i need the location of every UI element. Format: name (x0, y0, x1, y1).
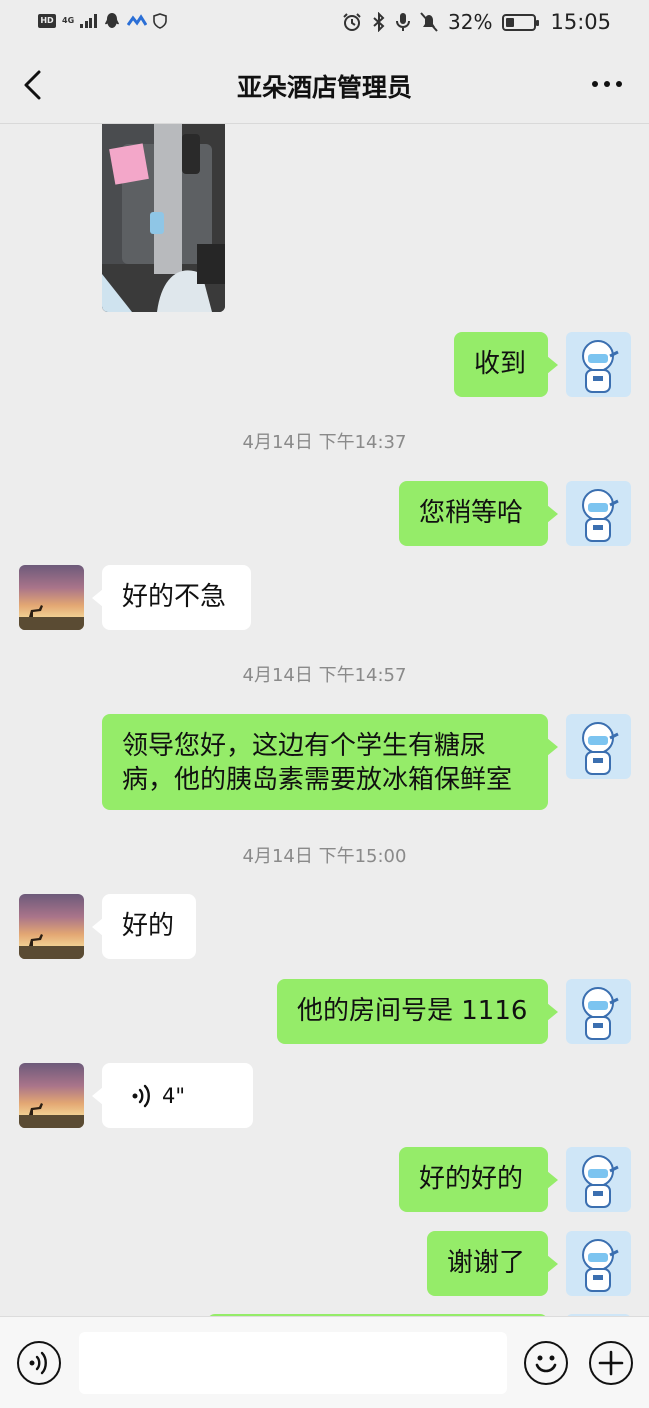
hd-badge: HD (38, 14, 56, 28)
contact-avatar[interactable] (19, 1063, 84, 1128)
avatar-cartoon-icon (582, 987, 619, 1040)
deer-sunset-avatar-icon (19, 934, 84, 959)
avatar-cartoon-icon (582, 1239, 619, 1292)
emoji-icon (535, 1355, 557, 1373)
avatar-cartoon-icon (582, 722, 619, 775)
input-bar (0, 1316, 649, 1408)
my-avatar[interactable] (566, 714, 631, 779)
message-input[interactable] (79, 1332, 507, 1394)
plus-button[interactable] (589, 1341, 633, 1385)
my-avatar[interactable] (566, 481, 631, 546)
deer-sunset-avatar-icon (19, 605, 84, 630)
message-text: 好的好的 (419, 1164, 524, 1194)
deer-sunset-avatar-icon (19, 1103, 84, 1128)
chat-title: 亚朵酒店管理员 (236, 73, 412, 102)
sent-message[interactable]: 您稍等哈 (399, 481, 558, 546)
contact-avatar[interactable] (19, 565, 84, 630)
my-avatar[interactable] (566, 1231, 631, 1296)
alarm-icon (343, 13, 361, 31)
image-message[interactable] (102, 124, 225, 312)
status-bar: HD 4G 32% 15:05 (0, 0, 649, 46)
shield-icon (152, 13, 167, 29)
plus-icon (598, 1350, 624, 1376)
network-type: 4G (62, 16, 75, 25)
timestamp: 4月14日 下午14:57 (242, 665, 407, 686)
timestamp: 4月14日 下午15:00 (242, 846, 407, 867)
app-wave-icon (126, 14, 147, 26)
message-text-line: 病，他的胰岛素需要放冰箱保鲜室 (122, 765, 513, 795)
avatar-cartoon-icon (582, 340, 619, 393)
voice-input-button[interactable] (17, 1341, 61, 1385)
status-left-icons: HD 4G (38, 12, 167, 30)
signal-icon (80, 14, 97, 28)
luggage-photo (102, 124, 225, 312)
battery-percent: 32% (448, 10, 493, 34)
voice-message[interactable]: 4" (92, 1063, 253, 1128)
voice-duration: 4" (162, 1083, 186, 1108)
message-text: 谢谢了 (447, 1248, 526, 1278)
timestamp: 4月14日 下午14:37 (242, 432, 407, 453)
message-text-line: 领导您好，这边有个学生有糖尿 (122, 731, 487, 761)
qq-icon (104, 13, 119, 28)
avatar-cartoon-icon (582, 1155, 619, 1208)
message-text: 您稍等哈 (419, 498, 524, 528)
more-dots-icon (592, 81, 598, 87)
status-right-icons: 32% 15:05 (342, 10, 611, 34)
clock: 15:05 (550, 10, 611, 34)
received-message[interactable]: 好的 (92, 894, 196, 959)
sent-message[interactable]: 领导您好，这边有个学生有糖尿 病，他的胰岛素需要放冰箱保鲜室 (102, 714, 558, 810)
voice-wave-icon (132, 1084, 150, 1107)
battery-icon (502, 13, 540, 31)
message-text: 好的 (122, 911, 175, 941)
contact-avatar[interactable] (19, 894, 84, 959)
sent-message[interactable]: 谢谢了 (427, 1231, 558, 1296)
chat-header: 亚朵酒店管理员 (0, 46, 649, 124)
mute-bell-icon (420, 12, 438, 32)
sent-message[interactable]: 他的房间号是 1116 (277, 979, 558, 1044)
emoji-button[interactable] (524, 1341, 568, 1385)
message-text: 收到 (474, 349, 527, 379)
more-button[interactable] (589, 72, 625, 96)
voice-input-icon (29, 1351, 47, 1375)
sent-message[interactable]: 收到 (454, 332, 558, 397)
my-avatar[interactable] (566, 1147, 631, 1212)
bluetooth-icon (373, 12, 385, 32)
message-text: 他的房间号是 1116 (297, 996, 528, 1026)
my-avatar[interactable] (566, 332, 631, 397)
message-list[interactable]: 收到 4月14日 下午14:37 您稍等哈 好的不急 4月14日 下午14:57… (0, 124, 649, 1316)
sent-message[interactable]: 好的好的 (399, 1147, 558, 1212)
received-message[interactable]: 好的不急 (92, 565, 251, 630)
my-avatar[interactable] (566, 979, 631, 1044)
message-text: 好的不急 (122, 582, 227, 612)
microphone-icon (396, 13, 411, 31)
avatar-cartoon-icon (582, 489, 619, 542)
